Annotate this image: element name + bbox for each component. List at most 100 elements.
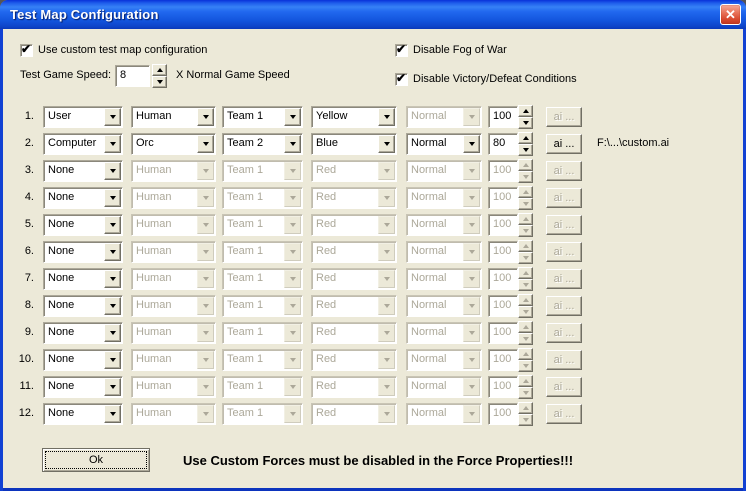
dropdown-arrow-button[interactable] bbox=[284, 351, 301, 369]
dropdown-arrow-button[interactable] bbox=[197, 243, 214, 261]
handicap-input[interactable]: 100 bbox=[488, 376, 518, 398]
dropdown-arrow-button[interactable] bbox=[197, 324, 214, 342]
ai-button[interactable]: ai ... bbox=[546, 296, 582, 316]
dropdown-arrow-button[interactable] bbox=[284, 378, 301, 396]
dropdown-arrow-button[interactable] bbox=[104, 324, 121, 342]
ai-button[interactable]: ai ... bbox=[546, 215, 582, 235]
control-dropdown[interactable]: None bbox=[43, 268, 123, 290]
control-dropdown[interactable]: Computer bbox=[43, 133, 123, 155]
ai-button[interactable]: ai ... bbox=[546, 404, 582, 424]
team-dropdown[interactable]: Team 2 bbox=[222, 133, 303, 155]
game-speed-input[interactable]: 8 bbox=[115, 65, 150, 87]
dropdown-arrow-button[interactable] bbox=[284, 243, 301, 261]
dropdown-arrow-button[interactable] bbox=[378, 108, 395, 126]
handicap-input[interactable]: 80 bbox=[488, 133, 518, 155]
dropdown-arrow-button[interactable] bbox=[378, 243, 395, 261]
ok-button[interactable]: Ok bbox=[42, 448, 150, 472]
handicap-input[interactable]: 100 bbox=[488, 403, 518, 425]
team-dropdown[interactable]: Team 1 bbox=[222, 349, 303, 371]
ai-level-dropdown[interactable]: Normal bbox=[406, 133, 482, 155]
spinner-down-button[interactable] bbox=[518, 225, 533, 237]
dropdown-arrow-button[interactable] bbox=[284, 216, 301, 234]
dropdown-arrow-button[interactable] bbox=[463, 216, 480, 234]
spinner-down-button[interactable] bbox=[518, 279, 533, 291]
dropdown-arrow-button[interactable] bbox=[197, 270, 214, 288]
dropdown-arrow-button[interactable] bbox=[378, 135, 395, 153]
ai-button[interactable]: ai ... bbox=[546, 269, 582, 289]
spinner-down-button[interactable] bbox=[518, 144, 533, 156]
use-custom-config-checkbox[interactable] bbox=[20, 44, 33, 57]
control-dropdown[interactable]: None bbox=[43, 214, 123, 236]
ai-button[interactable]: ai ... bbox=[546, 350, 582, 370]
dropdown-arrow-button[interactable] bbox=[463, 162, 480, 180]
spinner-up-button[interactable] bbox=[518, 267, 533, 279]
spinner-down-button[interactable] bbox=[518, 414, 533, 426]
dropdown-arrow-button[interactable] bbox=[197, 378, 214, 396]
team-dropdown[interactable]: Team 1 bbox=[222, 106, 303, 128]
ai-level-dropdown[interactable]: Normal bbox=[406, 268, 482, 290]
race-dropdown[interactable]: Human bbox=[131, 403, 216, 425]
color-dropdown[interactable]: Red bbox=[311, 295, 397, 317]
spinner-up-button[interactable] bbox=[152, 64, 167, 76]
spinner-down-button[interactable] bbox=[518, 387, 533, 399]
race-dropdown[interactable]: Human bbox=[131, 187, 216, 209]
spinner-up-button[interactable] bbox=[518, 402, 533, 414]
ai-level-dropdown[interactable]: Normal bbox=[406, 214, 482, 236]
dropdown-arrow-button[interactable] bbox=[284, 135, 301, 153]
spinner-down-button[interactable] bbox=[518, 171, 533, 183]
control-dropdown[interactable]: None bbox=[43, 187, 123, 209]
team-dropdown[interactable]: Team 1 bbox=[222, 241, 303, 263]
dropdown-arrow-button[interactable] bbox=[197, 189, 214, 207]
dropdown-arrow-button[interactable] bbox=[378, 378, 395, 396]
dropdown-arrow-button[interactable] bbox=[104, 189, 121, 207]
dropdown-arrow-button[interactable] bbox=[197, 405, 214, 423]
ai-level-dropdown[interactable]: Normal bbox=[406, 241, 482, 263]
close-button[interactable]: ✕ bbox=[720, 4, 741, 25]
control-dropdown[interactable]: None bbox=[43, 349, 123, 371]
color-dropdown[interactable]: Red bbox=[311, 214, 397, 236]
dropdown-arrow-button[interactable] bbox=[104, 108, 121, 126]
handicap-input[interactable]: 100 bbox=[488, 268, 518, 290]
dropdown-arrow-button[interactable] bbox=[104, 162, 121, 180]
dropdown-arrow-button[interactable] bbox=[463, 351, 480, 369]
color-dropdown[interactable]: Red bbox=[311, 187, 397, 209]
race-dropdown[interactable]: Human bbox=[131, 268, 216, 290]
race-dropdown[interactable]: Human bbox=[131, 322, 216, 344]
control-dropdown[interactable]: None bbox=[43, 160, 123, 182]
race-dropdown[interactable]: Human bbox=[131, 241, 216, 263]
dropdown-arrow-button[interactable] bbox=[197, 162, 214, 180]
dropdown-arrow-button[interactable] bbox=[463, 108, 480, 126]
ai-level-dropdown[interactable]: Normal bbox=[406, 187, 482, 209]
ai-level-dropdown[interactable]: Normal bbox=[406, 160, 482, 182]
dropdown-arrow-button[interactable] bbox=[284, 189, 301, 207]
spinner-down-button[interactable] bbox=[518, 252, 533, 264]
handicap-input[interactable]: 100 bbox=[488, 295, 518, 317]
dropdown-arrow-button[interactable] bbox=[463, 243, 480, 261]
race-dropdown[interactable]: Human bbox=[131, 106, 216, 128]
spinner-up-button[interactable] bbox=[518, 240, 533, 252]
ai-button[interactable]: ai ... bbox=[546, 323, 582, 343]
team-dropdown[interactable]: Team 1 bbox=[222, 403, 303, 425]
dropdown-arrow-button[interactable] bbox=[104, 351, 121, 369]
dropdown-arrow-button[interactable] bbox=[463, 324, 480, 342]
team-dropdown[interactable]: Team 1 bbox=[222, 160, 303, 182]
team-dropdown[interactable]: Team 1 bbox=[222, 295, 303, 317]
dropdown-arrow-button[interactable] bbox=[197, 351, 214, 369]
ai-button[interactable]: ai ... bbox=[546, 188, 582, 208]
ai-level-dropdown[interactable]: Normal bbox=[406, 295, 482, 317]
color-dropdown[interactable]: Blue bbox=[311, 133, 397, 155]
dropdown-arrow-button[interactable] bbox=[463, 135, 480, 153]
dropdown-arrow-button[interactable] bbox=[378, 351, 395, 369]
ai-level-dropdown[interactable]: Normal bbox=[406, 376, 482, 398]
team-dropdown[interactable]: Team 1 bbox=[222, 214, 303, 236]
race-dropdown[interactable]: Human bbox=[131, 349, 216, 371]
spinner-down-button[interactable] bbox=[518, 117, 533, 129]
race-dropdown[interactable]: Human bbox=[131, 376, 216, 398]
spinner-down-button[interactable] bbox=[518, 333, 533, 345]
dropdown-arrow-button[interactable] bbox=[378, 189, 395, 207]
team-dropdown[interactable]: Team 1 bbox=[222, 187, 303, 209]
race-dropdown[interactable]: Human bbox=[131, 160, 216, 182]
ai-button[interactable]: ai ... bbox=[546, 134, 582, 154]
color-dropdown[interactable]: Red bbox=[311, 349, 397, 371]
dropdown-arrow-button[interactable] bbox=[104, 297, 121, 315]
